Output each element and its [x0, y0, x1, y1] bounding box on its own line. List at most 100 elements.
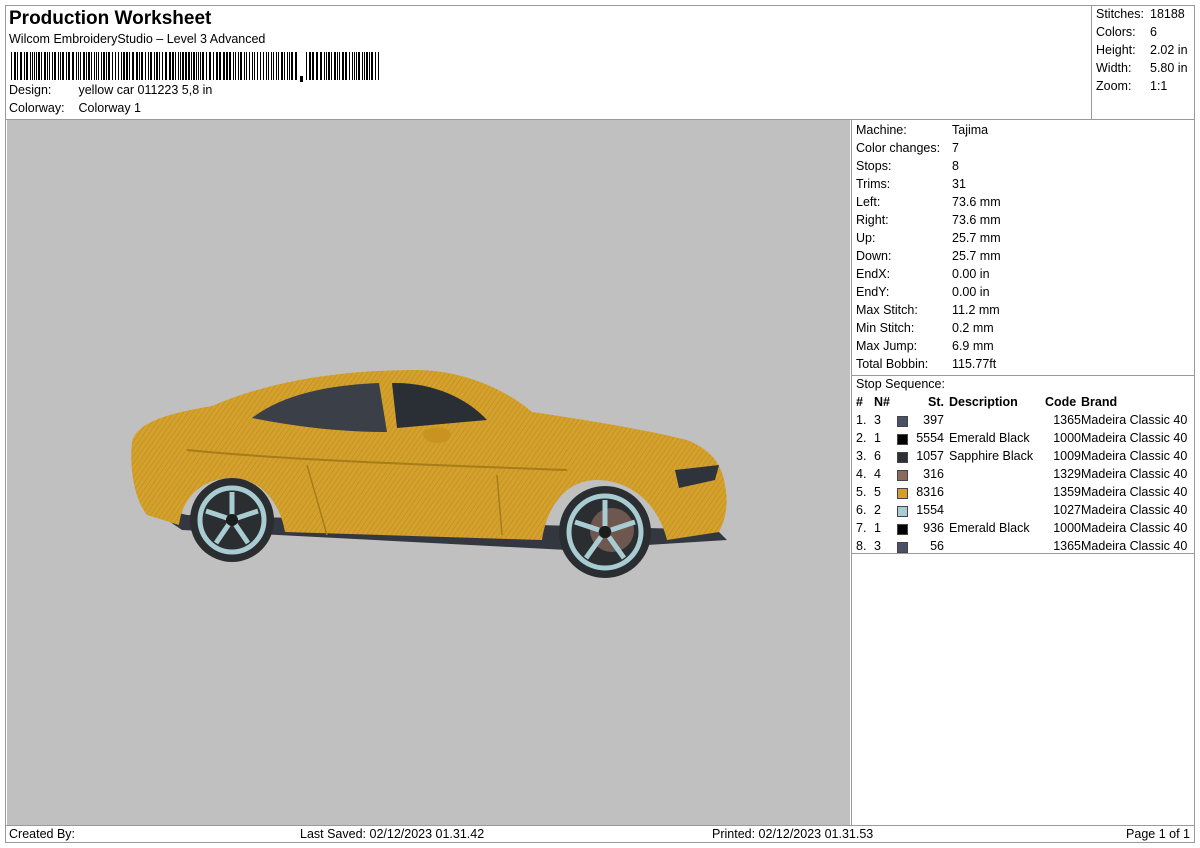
machine-info-label: Max Stitch: — [856, 303, 918, 317]
machine-info-label: Total Bobbin: — [856, 357, 929, 371]
col-n: N# — [874, 395, 890, 409]
machine-info-label: Left: — [856, 195, 881, 209]
thread-brand: Madeira Classic 40 — [1081, 413, 1188, 427]
worksheet-header: Production Worksheet Wilcom EmbroiderySt… — [6, 6, 1091, 119]
summary-label: Colors: — [1096, 25, 1136, 39]
machine-info-row: Up: 25.7 mm — [856, 231, 1001, 249]
stitch-count: 56 — [930, 539, 944, 553]
machine-info-value: 73.6 mm — [952, 195, 1001, 209]
stop-sequence-row: 3. 6 1057 Sapphire Black 1009 Madeira Classic… — [856, 449, 1196, 467]
machine-info-row: Max Jump: 6.9 mm — [856, 339, 994, 357]
thread-brand: Madeira Classic 40 — [1081, 467, 1188, 481]
machine-info-label: Right: — [856, 213, 889, 227]
col-description: Description — [949, 395, 1018, 409]
machine-info-row: Min Stitch: 0.2 mm — [856, 321, 994, 339]
thread-color-swatch — [897, 524, 908, 535]
thread-brand: Madeira Classic 40 — [1081, 539, 1188, 553]
thread-description: Emerald Black — [949, 521, 1030, 535]
machine-info-row: Stops: 8 — [856, 159, 959, 177]
needle-number: 6 — [874, 449, 881, 463]
machine-info-value: 115.77ft — [952, 357, 997, 371]
thread-color-swatch — [897, 434, 908, 445]
needle-number: 3 — [874, 539, 881, 553]
summary-row: Height: 2.02 in — [1096, 43, 1196, 57]
thread-code: 1009 — [1053, 449, 1081, 463]
software-subtitle: Wilcom EmbroideryStudio – Level 3 Advanc… — [9, 32, 266, 46]
machine-info-label: Up: — [856, 231, 876, 245]
machine-info-value: 0.00 in — [952, 267, 990, 281]
thread-code: 1027 — [1053, 503, 1081, 517]
thread-description: Emerald Black — [949, 431, 1030, 445]
thread-description: Sapphire Black — [949, 449, 1034, 463]
summary-label: Stitches: — [1096, 7, 1144, 21]
machine-info-value: 0.2 mm — [952, 321, 994, 335]
stop-number: 6. — [856, 503, 867, 517]
stop-sequence-divider — [852, 375, 1195, 376]
col-hash: # — [856, 395, 863, 409]
col-st: St. — [928, 395, 944, 409]
summary-row: Stitches: 18188 — [1096, 7, 1196, 21]
machine-info-row: Machine: Tajima — [856, 123, 988, 141]
thread-color-swatch — [897, 506, 908, 517]
stitch-count: 397 — [923, 413, 944, 427]
summary-value: 18188 — [1150, 7, 1185, 21]
machine-info-label: Trims: — [856, 177, 891, 191]
machine-info-row: Max Stitch: 11.2 mm — [856, 303, 1000, 321]
machine-info-row: Total Bobbin: 115.77ft — [856, 357, 996, 375]
stitch-count: 936 — [923, 521, 944, 535]
summary-row: Zoom: 1:1 — [1096, 79, 1196, 93]
machine-info-row: EndY: 0.00 in — [856, 285, 990, 303]
machine-info-label: Machine: — [856, 123, 907, 137]
colorway-value: Colorway 1 — [78, 101, 142, 115]
stop-sequence-row: 5. 5 8316 1359 Madeira Classic 40 — [856, 485, 1196, 503]
stop-number: 4. — [856, 467, 867, 481]
col-code: Code — [1045, 395, 1077, 409]
stop-number: 1. — [856, 413, 867, 427]
summary-row: Width: 5.80 in — [1096, 61, 1196, 75]
machine-info-row: Trims: 31 — [856, 177, 966, 195]
thread-code: 1329 — [1053, 467, 1081, 481]
stop-number: 7. — [856, 521, 867, 535]
col-brand: Brand — [1081, 395, 1118, 409]
design-preview — [7, 120, 850, 825]
stop-sequence-row: 2. 1 5554 Emerald Black 1000 Madeira Classic … — [856, 431, 1196, 449]
barcode — [11, 52, 379, 82]
stitch-count: 1554 — [916, 503, 944, 517]
machine-info-label: Stops: — [856, 159, 892, 173]
design-row: Design: yellow car 011223 5,8 in — [9, 83, 212, 97]
machine-info-label: EndY: — [856, 285, 890, 299]
thread-color-swatch — [897, 470, 908, 481]
stitch-count: 5554 — [916, 431, 944, 445]
stop-number: 8. — [856, 539, 867, 553]
needle-number: 5 — [874, 485, 881, 499]
created-by: Created By: — [9, 827, 76, 841]
needle-number: 4 — [874, 467, 881, 481]
machine-info-row: EndX: 0.00 in — [856, 267, 990, 285]
thread-code: 1365 — [1053, 539, 1081, 553]
summary-value: 1:1 — [1150, 79, 1168, 93]
machine-info-value: 6.9 mm — [952, 339, 994, 353]
design-value: yellow car 011223 5,8 in — [78, 83, 213, 97]
thread-color-swatch — [897, 488, 908, 499]
machine-info-row: Down: 25.7 mm — [856, 249, 1001, 267]
stop-sequence-row: 1. 3 397 1365 Madeira Classic 40 — [856, 413, 1196, 431]
machine-info-label: Color changes: — [856, 141, 941, 155]
stop-sequence-row: 6. 2 1554 1027 Madeira Classic 40 — [856, 503, 1196, 521]
machine-info-label: Max Jump: — [856, 339, 918, 353]
worksheet-frame: Production Worksheet Wilcom EmbroiderySt… — [5, 5, 1195, 843]
thread-color-swatch — [897, 416, 908, 427]
machine-info-value: 31 — [952, 177, 966, 191]
summary-value: 5.80 in — [1150, 61, 1188, 75]
thread-code: 1000 — [1053, 521, 1081, 535]
machine-info-value: 8 — [952, 159, 959, 173]
machine-info-panel: Machine: Tajima Color changes: 7 Stops: 8 Trim… — [851, 120, 1196, 825]
stop-number: 3. — [856, 449, 867, 463]
colorway-label: Colorway: — [9, 101, 65, 115]
summary-label: Zoom: — [1096, 79, 1132, 93]
thread-brand: Madeira Classic 40 — [1081, 485, 1188, 499]
stop-number: 5. — [856, 485, 867, 499]
needle-number: 1 — [874, 431, 881, 445]
stop-sequence-row: 4. 4 316 1329 Madeira Classic 40 — [856, 467, 1196, 485]
stitch-count: 316 — [923, 467, 944, 481]
machine-info-label: EndX: — [856, 267, 891, 281]
